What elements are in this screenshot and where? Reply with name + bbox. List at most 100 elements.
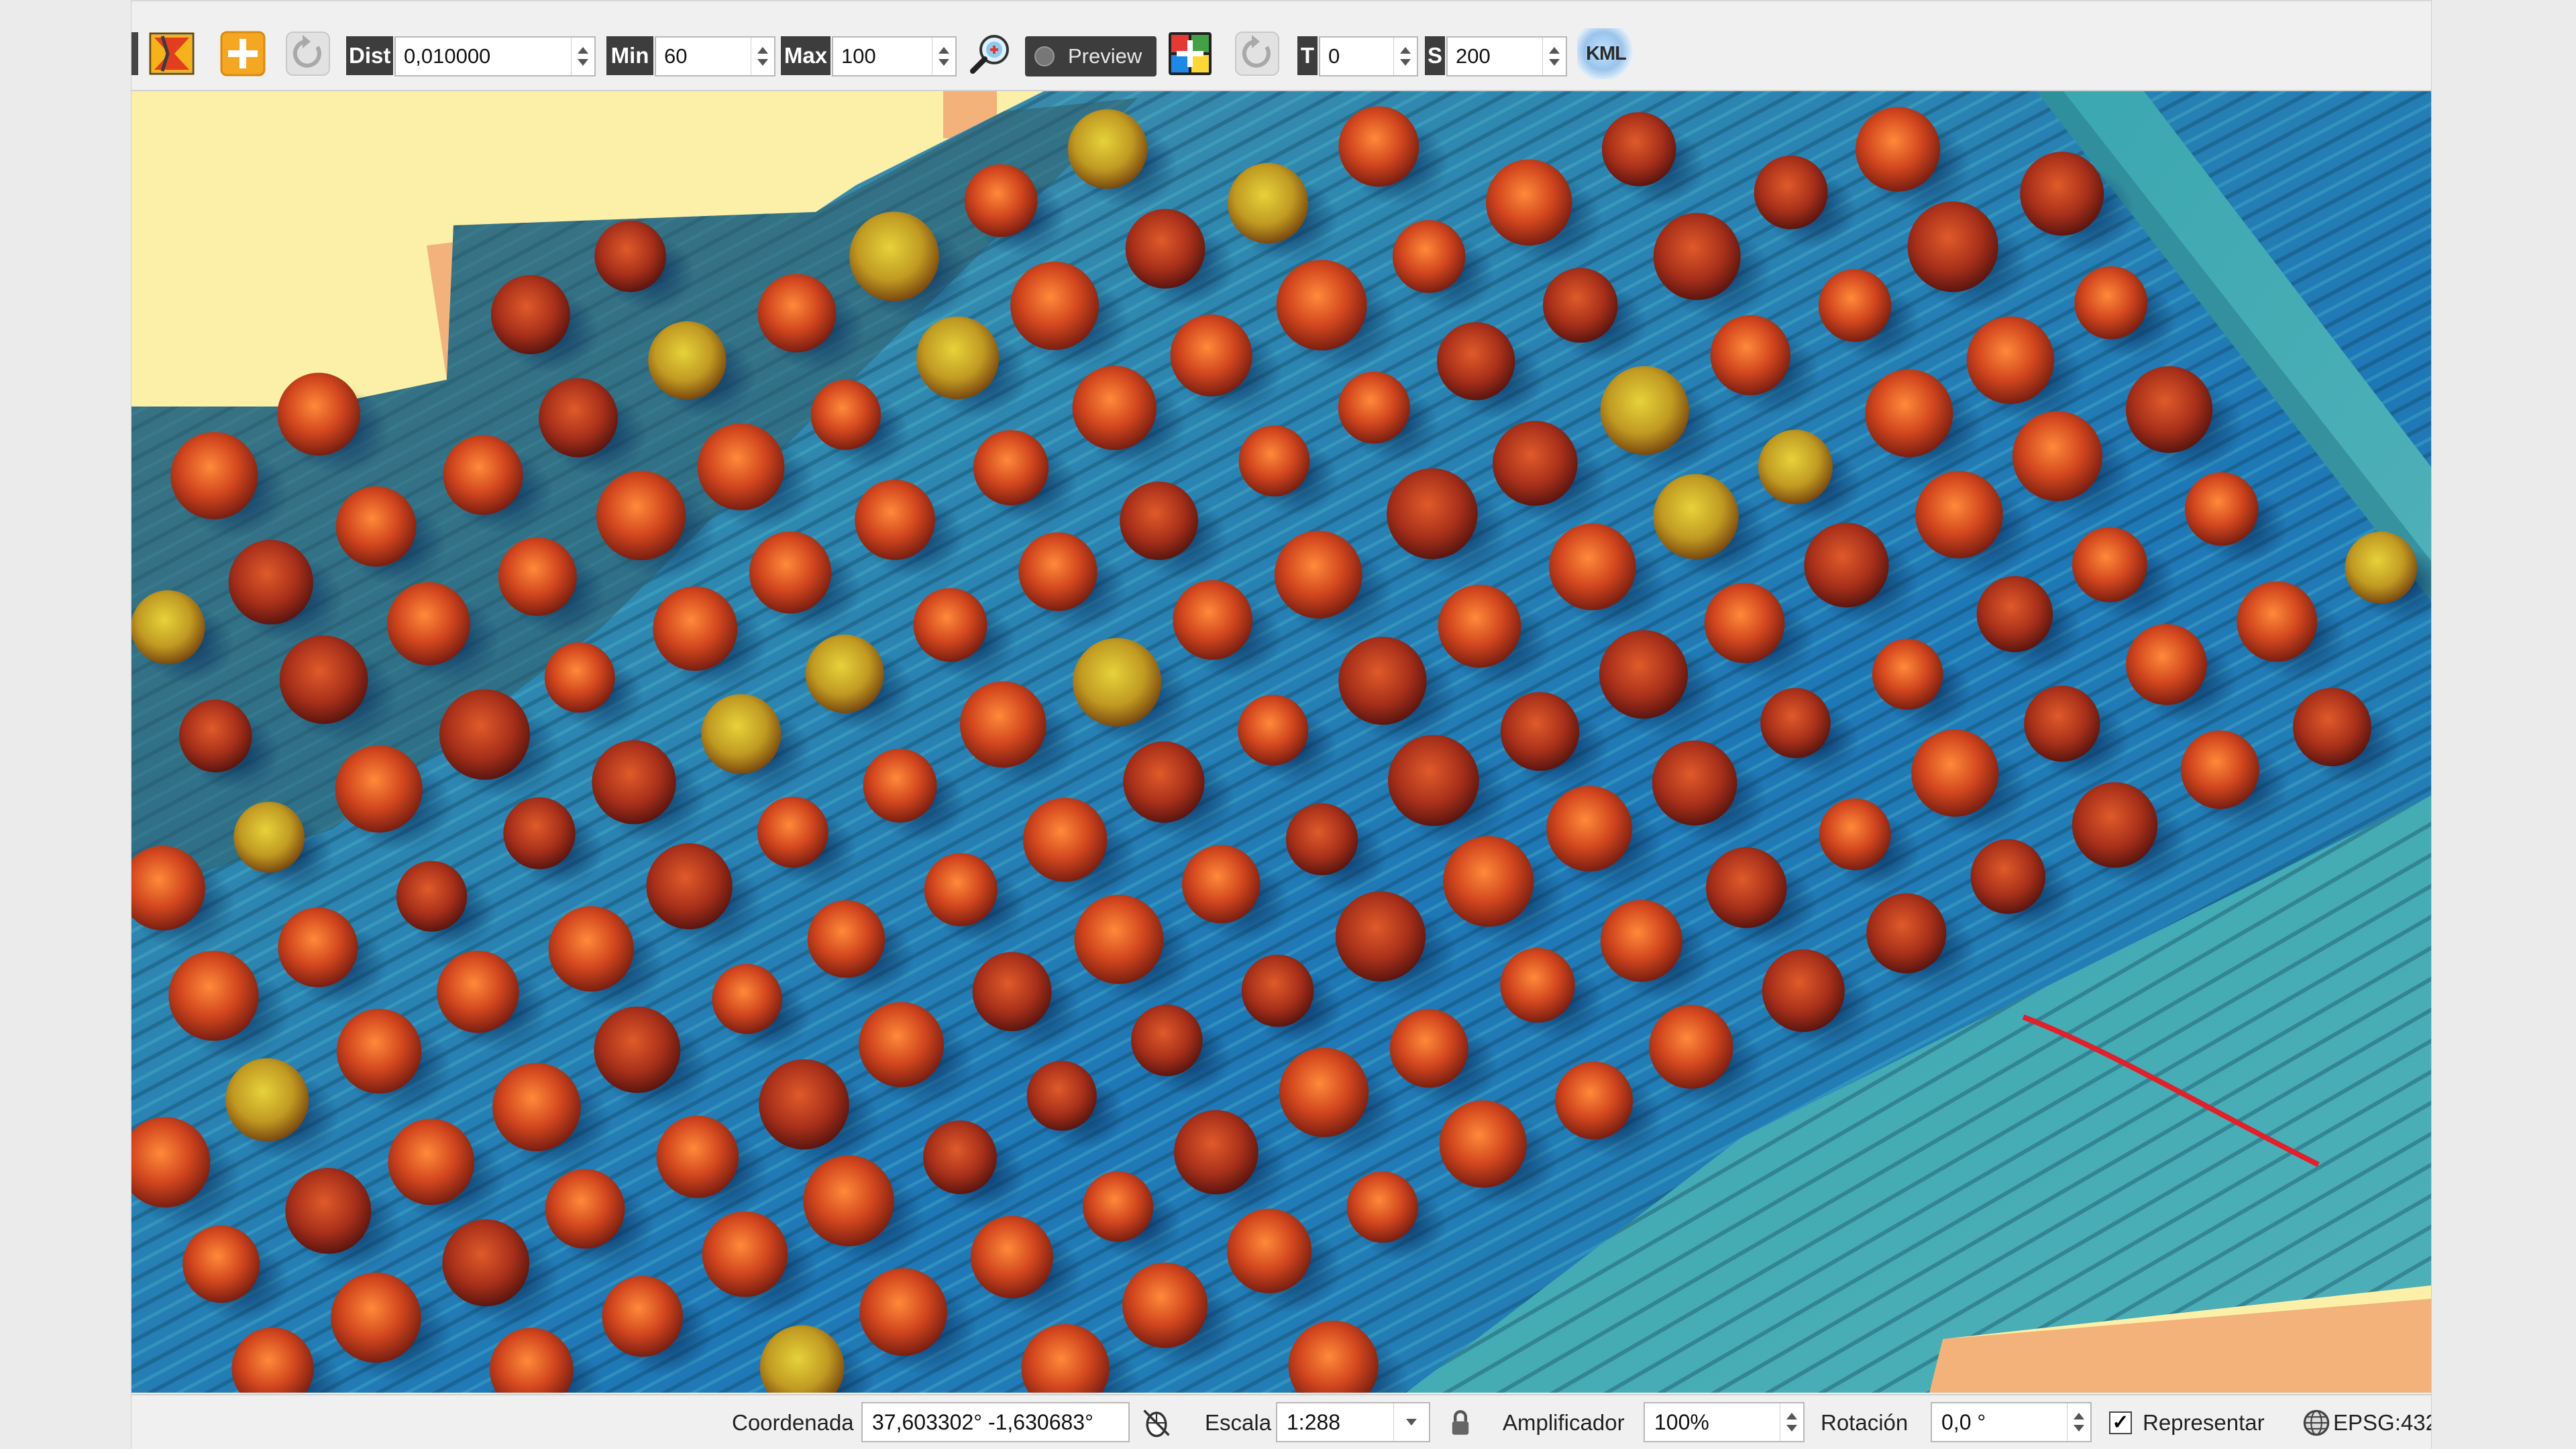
map-canvas[interactable]	[131, 91, 2431, 1393]
tree-crown	[388, 1118, 475, 1205]
tree-crown	[2184, 472, 2259, 546]
min-value: 60	[664, 44, 688, 68]
tree-crown	[596, 470, 686, 561]
tree-crown	[1346, 1171, 1418, 1243]
scale-label: Escala	[1205, 1410, 1272, 1435]
tree-crown	[1241, 955, 1314, 1027]
tree-crown	[2180, 730, 2259, 809]
tree-crown	[331, 1272, 421, 1363]
tree-crown	[959, 681, 1046, 768]
tree-crown	[492, 1063, 581, 1152]
tree-crown	[594, 1006, 681, 1093]
tree-crown	[2293, 688, 2371, 767]
add-button[interactable]	[217, 28, 268, 79]
tree-crown	[1762, 949, 1845, 1032]
tree-crown	[179, 699, 252, 773]
kml-icon: KML	[1586, 42, 1627, 64]
tree-crown	[2074, 266, 2148, 339]
min-spin-arrows[interactable]	[751, 38, 774, 75]
tree-crown	[1706, 847, 1787, 928]
toolbar-handle[interactable]	[131, 32, 138, 75]
mouse-icon[interactable]	[1138, 1395, 1175, 1449]
tree-crown	[648, 321, 727, 400]
refresh-button[interactable]	[282, 28, 333, 79]
tree-crown	[1072, 366, 1157, 450]
tree-crown	[233, 802, 305, 873]
render-checkbox[interactable]: ✓	[2109, 1411, 2132, 1434]
tree-crown	[1907, 201, 1998, 292]
max-label: Max	[781, 36, 830, 75]
refresh-button-2[interactable]	[1232, 28, 1283, 79]
tree-crown	[1436, 322, 1515, 400]
max-spinbox[interactable]: 100	[832, 36, 957, 76]
tree-crown	[168, 951, 259, 1041]
tree-crown	[1653, 474, 1739, 559]
kml-button[interactable]: KML	[1577, 28, 1635, 79]
dist-spin-arrows[interactable]	[571, 38, 594, 75]
magnifier-spin-arrows[interactable]	[1780, 1403, 1803, 1441]
tree-crown	[1966, 316, 2055, 405]
s-spin-arrows[interactable]	[1542, 38, 1566, 75]
t-spinbox[interactable]: 0	[1319, 36, 1418, 76]
tree-crown	[1818, 269, 1892, 342]
tree-crown	[1704, 582, 1785, 663]
tree-crown	[1600, 900, 1682, 982]
min-spinbox[interactable]: 60	[655, 36, 775, 76]
tree-crown	[1546, 786, 1633, 872]
tree-crown	[859, 1268, 947, 1356]
tree-crown	[805, 634, 884, 713]
rotation-spin-arrows[interactable]	[2067, 1403, 2090, 1441]
tree-crown	[594, 220, 666, 292]
tree-crown	[1083, 1171, 1154, 1242]
rotation-spinbox[interactable]: 0,0 °	[1931, 1402, 2092, 1442]
tree-crown	[396, 861, 468, 932]
tree-crown	[1026, 1061, 1097, 1131]
tree-crown	[1760, 688, 1831, 759]
max-spin-arrows[interactable]	[932, 38, 955, 75]
preview-button[interactable]: Preview	[1025, 36, 1157, 76]
t-spin-arrows[interactable]	[1393, 38, 1417, 75]
tree-crown	[1804, 523, 1889, 608]
layer-cut-button[interactable]	[146, 28, 197, 79]
color-grid-icon	[1166, 30, 1214, 78]
tree-crown	[803, 1155, 894, 1246]
tree-crown	[1022, 798, 1108, 882]
tree-crown	[849, 211, 939, 302]
tree-crown	[757, 796, 828, 868]
tree-crown	[503, 797, 576, 869]
scale-combobox[interactable]: 1:288	[1276, 1402, 1430, 1442]
coordinate-field[interactable]: 37,603302° -1,630683°	[861, 1402, 1130, 1442]
tree-crown	[1439, 1100, 1527, 1188]
tree-crown	[1555, 1061, 1633, 1140]
tree-crown	[1549, 523, 1636, 610]
tree-crown	[1500, 692, 1580, 771]
color-grid-button[interactable]	[1165, 28, 1216, 79]
tree-crown	[548, 906, 634, 992]
lock-icon[interactable]	[1445, 1395, 1476, 1449]
globe-icon[interactable]	[2300, 1395, 2333, 1449]
chevron-down-icon[interactable]	[1393, 1403, 1429, 1441]
tree-crown	[1338, 371, 1410, 444]
tree-crown	[1387, 735, 1479, 826]
dist-spinbox[interactable]: 0,010000	[394, 36, 596, 76]
zoom-search-button[interactable]	[966, 28, 1017, 79]
tree-crown	[1274, 531, 1362, 619]
tree-crown	[1010, 261, 1099, 350]
crs-label[interactable]: EPSG:432	[2333, 1395, 2431, 1449]
tree-crown	[1600, 366, 1689, 455]
s-spinbox[interactable]: 200	[1446, 36, 1567, 76]
toolbar: Dist 0,010000 Min 60 Max 100 Preview T 0…	[131, 0, 2431, 91]
tree-crown	[923, 1120, 997, 1195]
tree-crown	[712, 963, 782, 1034]
tree-crown	[749, 531, 832, 614]
tree-crown	[1500, 948, 1575, 1023]
magnifier-spinbox[interactable]: 100%	[1644, 1402, 1805, 1442]
t-label: T	[1297, 36, 1318, 75]
tree-crown	[1710, 315, 1790, 396]
tree-crown	[1120, 481, 1199, 560]
dist-label: Dist	[346, 36, 393, 75]
tree-crown	[285, 1168, 372, 1254]
tree-crown	[807, 900, 885, 978]
tree-crown	[2020, 152, 2104, 236]
tree-crown	[2012, 411, 2102, 501]
